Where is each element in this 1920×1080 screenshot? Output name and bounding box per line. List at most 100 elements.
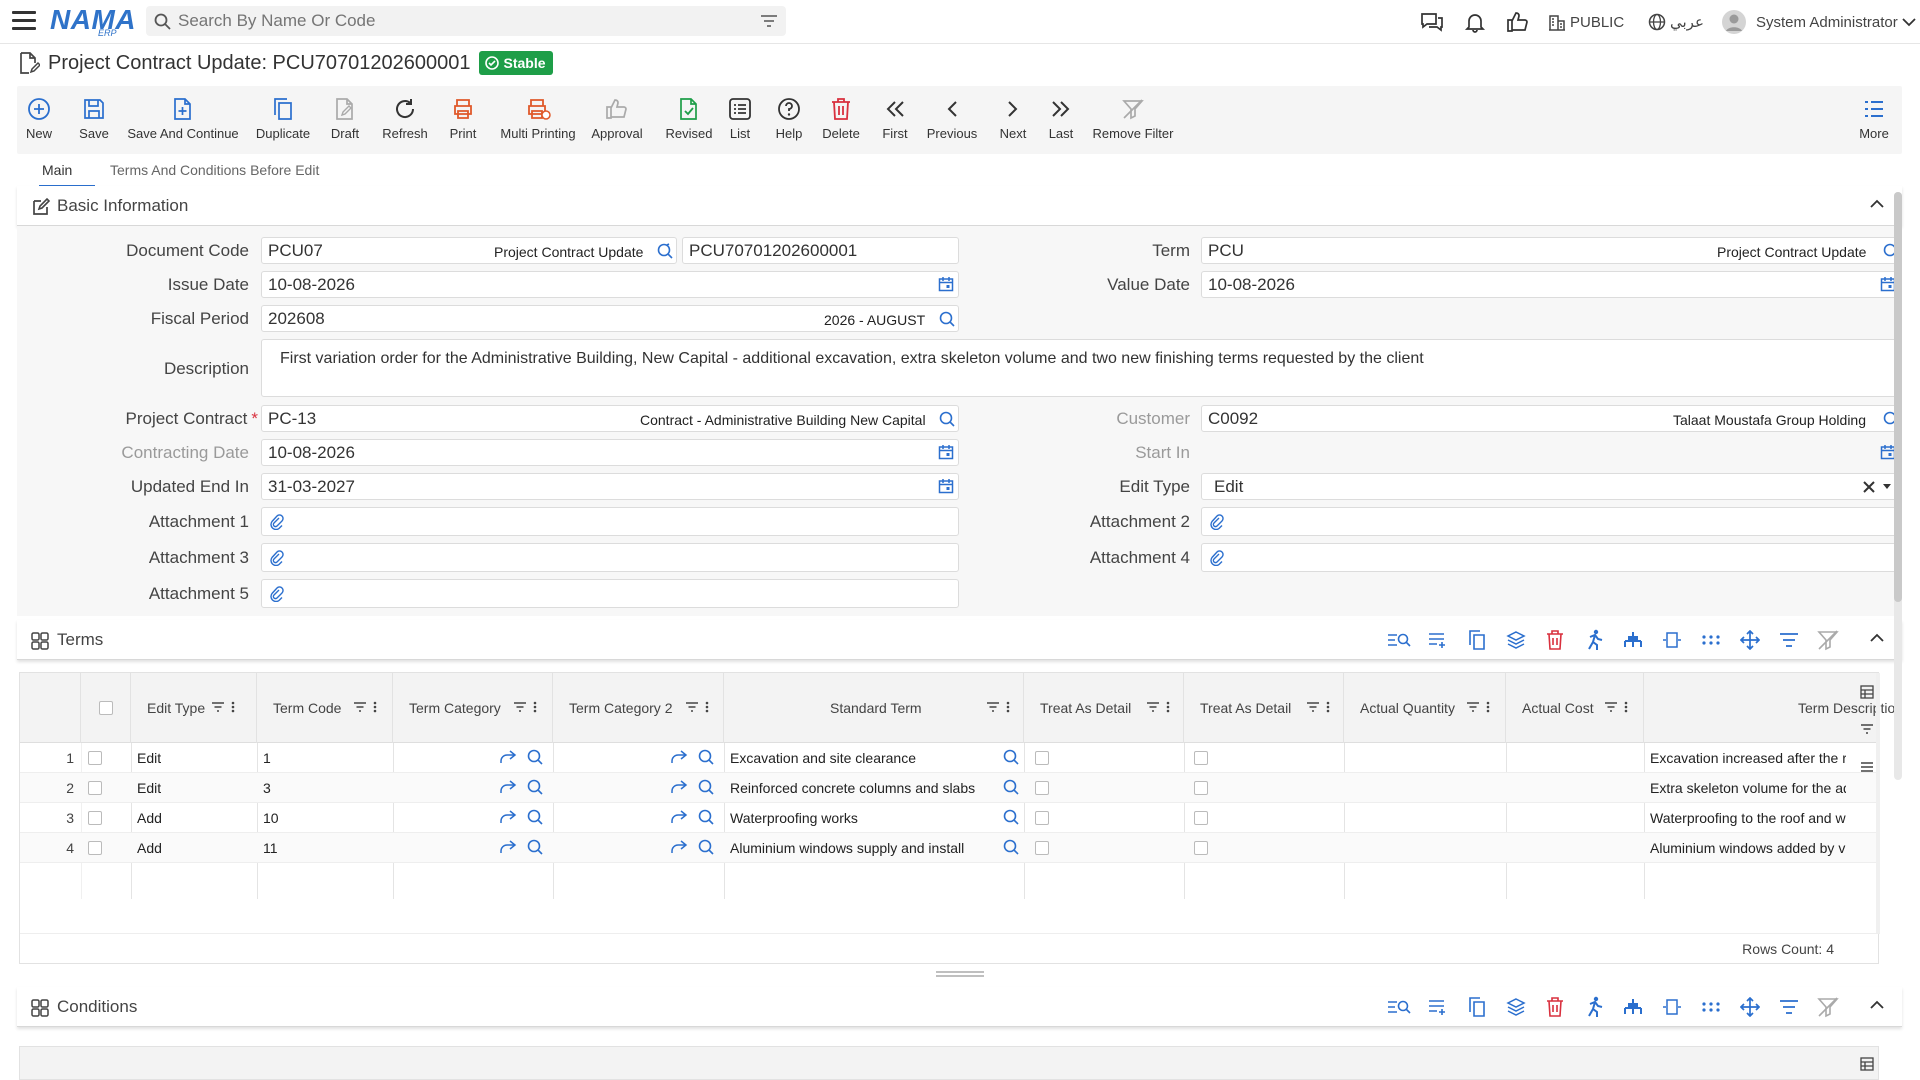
print-button[interactable]: Print (449, 96, 477, 150)
attachment-5-field[interactable] (261, 579, 959, 608)
column-menu-icons[interactable] (986, 701, 1010, 713)
search-input[interactable] (178, 10, 738, 32)
duplicate-button[interactable]: Duplicate (256, 96, 310, 150)
more-button[interactable]: More (1859, 96, 1889, 150)
table-settings-icon[interactable] (1860, 1057, 1874, 1071)
column-menu-icons[interactable] (211, 701, 235, 713)
col-term-code[interactable]: Term Code (257, 673, 393, 743)
treat-as-detail-checkbox[interactable] (1035, 751, 1049, 765)
chevron-up-icon[interactable] (1870, 633, 1884, 643)
list-button[interactable]: List (727, 96, 753, 150)
attachment-3-field[interactable] (261, 543, 959, 572)
chat-icon[interactable] (1420, 11, 1444, 33)
scrollbar-thumb[interactable] (1894, 192, 1902, 602)
col-term-category[interactable]: Term Category (393, 673, 553, 743)
cell-edit-type[interactable]: Edit (137, 743, 161, 773)
merge-icon[interactable] (1619, 627, 1647, 653)
document-number-field[interactable]: PCU70701202600001 (682, 237, 959, 264)
attachment-4-field[interactable] (1201, 543, 1898, 572)
cell-term-code[interactable]: 1 (263, 743, 271, 773)
open-link-icon[interactable] (670, 809, 688, 825)
lookup-icon[interactable] (697, 778, 715, 796)
lookup-icon[interactable] (1002, 778, 1020, 796)
add-row-icon[interactable] (1424, 627, 1452, 653)
menu-lines-icon[interactable] (1860, 761, 1874, 773)
global-search[interactable] (146, 6, 786, 36)
col-edit-type[interactable]: Edit Type (131, 673, 257, 743)
lookup-icon[interactable] (1002, 808, 1020, 826)
move-icon[interactable] (1736, 627, 1764, 653)
open-link-icon[interactable] (670, 749, 688, 765)
row-checkbox[interactable] (88, 781, 102, 795)
cell-standard-term[interactable]: Waterproofing works (730, 803, 858, 833)
col-actual-cost[interactable]: Actual Cost (1506, 673, 1644, 743)
attachment-2-field[interactable] (1201, 507, 1898, 536)
cell-edit-type[interactable]: Add (137, 833, 162, 863)
delete-row-icon[interactable] (1541, 994, 1569, 1020)
issue-date-field[interactable]: 10-08-2026 (261, 271, 959, 298)
select-all-checkbox[interactable] (99, 701, 113, 715)
bell-icon[interactable] (1464, 11, 1486, 33)
chevron-up-icon[interactable] (1870, 199, 1884, 209)
column-menu-icons[interactable] (1466, 701, 1490, 713)
new-button[interactable]: New (26, 96, 52, 150)
merge-icon[interactable] (1619, 994, 1647, 1020)
delete-button[interactable]: Delete (822, 96, 860, 150)
filter-icon[interactable] (1775, 994, 1803, 1020)
open-link-icon[interactable] (670, 779, 688, 795)
treat-as-detail-2-checkbox[interactable] (1194, 841, 1208, 855)
cell-edit-type[interactable]: Add (137, 803, 162, 833)
run-icon[interactable] (1580, 994, 1608, 1020)
project-contract-field[interactable]: PC-13 Contract - Administrative Building… (261, 405, 959, 432)
thumbs-up-icon[interactable] (1506, 11, 1528, 33)
lookup-icon[interactable] (656, 242, 674, 260)
conditions-header[interactable]: Conditions (17, 987, 1902, 1027)
lookup-icon[interactable] (697, 748, 715, 766)
move-icon[interactable] (1736, 994, 1764, 1020)
calendar-icon[interactable] (938, 478, 954, 494)
column-menu-icons[interactable] (1604, 701, 1628, 713)
cell-term-description[interactable]: Extra skeleton volume for the added (1650, 773, 1846, 803)
edit-type-select[interactable]: Edit (1201, 473, 1898, 500)
grid-scrollbar[interactable] (1876, 673, 1880, 933)
treat-as-detail-2-checkbox[interactable] (1194, 811, 1208, 825)
cell-term-code[interactable]: 11 (263, 833, 278, 863)
column-menu-icons[interactable] (1306, 701, 1330, 713)
dots-grid-icon[interactable] (1697, 994, 1725, 1020)
terms-header[interactable]: Terms (17, 620, 1902, 660)
cell-standard-term[interactable]: Aluminium windows supply and install (730, 833, 964, 863)
resize-handle-icon[interactable] (935, 970, 985, 978)
col-treat-as-detail-2[interactable]: Treat As Detail (1184, 673, 1344, 743)
cell-term-code[interactable]: 10 (263, 803, 279, 833)
copy-row-icon[interactable] (1463, 627, 1491, 653)
layers-icon[interactable] (1502, 627, 1530, 653)
multi-printing-button[interactable]: Multi Printing (497, 96, 579, 150)
table-row[interactable]: 2 Edit 3 Reinforced concrete columns and… (20, 773, 1880, 803)
row-checkbox[interactable] (88, 841, 102, 855)
language-switch[interactable]: عربي (1648, 0, 1704, 44)
treat-as-detail-checkbox[interactable] (1035, 841, 1049, 855)
help-button[interactable]: Help (775, 96, 803, 150)
layers-icon[interactable] (1502, 994, 1530, 1020)
lookup-icon[interactable] (1002, 838, 1020, 856)
open-link-icon[interactable] (499, 839, 517, 855)
run-icon[interactable] (1580, 627, 1608, 653)
col-term-description[interactable]: Term Descriptio (1644, 673, 1895, 743)
refresh-button[interactable]: Refresh (381, 96, 429, 150)
first-button[interactable]: First (881, 96, 909, 150)
open-link-icon[interactable] (670, 839, 688, 855)
lookup-icon[interactable] (938, 410, 956, 428)
resize-column-icon[interactable] (1658, 994, 1686, 1020)
caret-down-icon[interactable] (1882, 483, 1892, 491)
customer-field[interactable]: C0092 Talaat Moustafa Group Holding (1201, 405, 1898, 432)
cell-term-description[interactable]: Excavation increased after the revis (1650, 743, 1846, 773)
table-settings-icon[interactable] (1860, 685, 1874, 699)
treat-as-detail-checkbox[interactable] (1035, 781, 1049, 795)
updated-end-in-field[interactable]: 31-03-2027 (261, 473, 959, 500)
save-button[interactable]: Save (79, 96, 109, 150)
lookup-icon[interactable] (526, 838, 544, 856)
col-standard-term[interactable]: Standard Term (724, 673, 1024, 743)
draft-button[interactable]: Draft (331, 96, 359, 150)
value-date-field[interactable]: 10-08-2026 (1201, 271, 1898, 298)
column-menu-icons[interactable] (353, 701, 377, 713)
